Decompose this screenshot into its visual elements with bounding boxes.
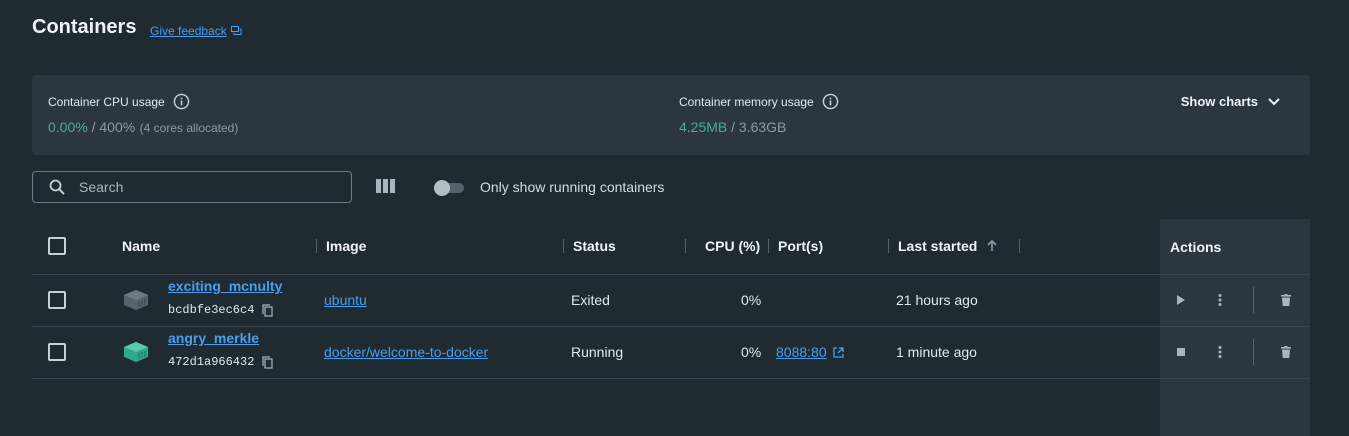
cpu-value: 0% — [741, 292, 762, 308]
page-title: Containers — [32, 16, 137, 38]
column-header-actions: Actions — [1170, 239, 1222, 255]
resource-usage-panel: Container CPU usage 0.00% / 400% (4 core… — [32, 75, 1310, 155]
status-text: Running — [571, 344, 624, 360]
cpu-usage-label-row: Container CPU usage — [48, 93, 238, 110]
column-header-ports[interactable]: Port(s) — [778, 238, 823, 254]
container-icon — [124, 290, 148, 310]
container-id-text: bcdbfe3ec6c4 — [168, 303, 255, 317]
cpu-used: 0.00% — [48, 119, 88, 135]
status-text: Exited — [571, 292, 610, 308]
action-divider — [1253, 287, 1254, 313]
image-link[interactable]: ubuntu — [324, 292, 367, 308]
trash-icon — [1281, 294, 1291, 306]
last-started-label: Last started — [898, 238, 978, 254]
memory-separator: / — [727, 119, 739, 135]
row-divider — [32, 326, 1310, 327]
container-id: bcdbfe3ec6c4 — [168, 303, 274, 317]
search-input[interactable] — [79, 179, 329, 195]
port-text: 8088:80 — [776, 344, 827, 360]
column-separator[interactable] — [563, 239, 564, 253]
cpu-total: 400% — [99, 119, 136, 135]
copy-icon[interactable] — [262, 303, 274, 317]
copy-icon[interactable] — [262, 355, 274, 369]
row-checkbox[interactable] — [48, 291, 66, 309]
column-separator[interactable] — [768, 239, 769, 253]
feedback-icon — [230, 26, 242, 35]
play-icon — [1177, 295, 1185, 305]
cpu-usage-value: 0.00% / 400% (4 cores allocated) — [48, 119, 238, 137]
trash-icon — [1281, 346, 1291, 358]
last-started-value: 21 hours ago — [896, 292, 978, 308]
more-actions-button[interactable] — [1212, 344, 1228, 360]
delete-button[interactable] — [1278, 292, 1294, 308]
columns-icon — [376, 179, 395, 193]
delete-button[interactable] — [1278, 344, 1294, 360]
port-link[interactable]: 8088:80 — [776, 344, 844, 360]
memory-usage-label: Container memory usage — [679, 94, 814, 109]
columns-button[interactable] — [376, 179, 396, 198]
give-feedback-label: Give feedback — [150, 24, 227, 38]
last-started-value: 1 minute ago — [896, 344, 977, 360]
column-separator[interactable] — [888, 239, 889, 253]
container-id-text: 472d1a966432 — [168, 355, 255, 369]
external-link-icon — [832, 346, 844, 358]
column-separator[interactable] — [316, 239, 317, 253]
kebab-menu-icon — [1218, 294, 1222, 306]
stop-icon — [1177, 348, 1185, 356]
cpu-cores-note: (4 cores allocated) — [139, 121, 239, 135]
info-icon[interactable] — [173, 93, 190, 110]
memory-total: 3.63GB — [738, 119, 787, 135]
action-divider — [1253, 339, 1254, 365]
column-header-last-started[interactable]: Last started — [898, 238, 997, 254]
container-id: 472d1a966432 — [168, 355, 274, 369]
cpu-usage-label: Container CPU usage — [48, 94, 165, 109]
running-only-label: Only show running containers — [480, 179, 665, 195]
container-name-link[interactable]: angry_merkle — [168, 330, 259, 346]
give-feedback-link[interactable]: Give feedback — [150, 24, 242, 38]
container-icon — [124, 342, 148, 362]
select-all-checkbox[interactable] — [48, 237, 66, 255]
header-divider — [32, 274, 1310, 275]
cpu-separator: / — [87, 119, 100, 135]
search-field[interactable] — [32, 171, 352, 203]
toggle-knob — [434, 180, 450, 196]
memory-used: 4.25MB — [679, 119, 728, 135]
row-checkbox[interactable] — [48, 343, 66, 361]
chevron-down-icon — [1268, 97, 1280, 105]
show-charts-button[interactable]: Show charts — [1181, 94, 1280, 109]
column-separator[interactable] — [685, 239, 686, 253]
running-only-toggle[interactable] — [434, 180, 464, 196]
memory-usage-value: 4.25MB / 3.63GB — [679, 119, 839, 137]
more-actions-button[interactable] — [1212, 292, 1228, 308]
stop-button[interactable] — [1173, 344, 1189, 360]
info-icon[interactable] — [822, 93, 839, 110]
memory-usage-label-row: Container memory usage — [679, 93, 839, 110]
kebab-menu-icon — [1218, 346, 1222, 358]
column-header-image[interactable]: Image — [326, 238, 366, 254]
column-header-status[interactable]: Status — [573, 238, 616, 254]
show-charts-label: Show charts — [1180, 94, 1258, 109]
container-name-link[interactable]: exciting_mcnulty — [168, 278, 282, 294]
arrow-up-icon — [987, 240, 997, 251]
search-icon — [49, 179, 65, 195]
row-divider — [32, 378, 1310, 379]
image-link[interactable]: docker/welcome-to-docker — [324, 344, 488, 360]
column-header-cpu[interactable]: CPU (%) — [705, 238, 760, 254]
start-button[interactable] — [1173, 292, 1189, 308]
cpu-value: 0% — [741, 344, 762, 360]
column-header-name[interactable]: Name — [122, 238, 160, 254]
column-separator[interactable] — [1019, 239, 1020, 253]
